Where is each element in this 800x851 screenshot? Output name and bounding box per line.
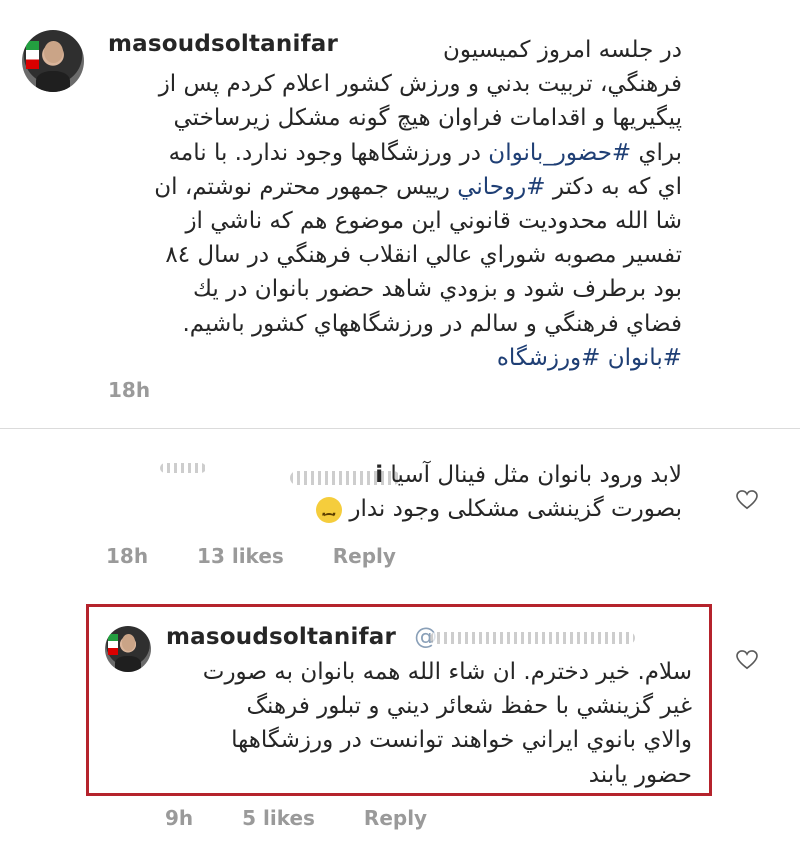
caption-line: در جلسه امروز كميسيون bbox=[443, 37, 682, 63]
caption-line: فضاي فرهنگي و سالم در ورزشگاههاي كشور با… bbox=[182, 310, 682, 337]
comment-reply-button[interactable]: Reply bbox=[333, 544, 396, 568]
comment-meta: 18h 13 likes Reply bbox=[106, 544, 438, 568]
blurred-mention bbox=[430, 632, 635, 644]
caption-line: تفسير مصوبه شوراي عالي انقلاب فرهنگي در … bbox=[165, 242, 682, 269]
caption-line: فرهنگي، تربيت بدني و ورزش كشور اعلام كرد… bbox=[158, 71, 682, 98]
caption-line: شا الله محدوديت قانوني اين موضوع هم كه ن… bbox=[185, 208, 682, 235]
reply-line: غير گزينشي با حفظ شعائر ديني و تبلور فره… bbox=[246, 693, 692, 720]
reply-likes[interactable]: 5 likes bbox=[242, 806, 315, 830]
post-caption: در جلسه امروز كميسيون فرهنگي، تربيت بدني… bbox=[82, 33, 682, 375]
comment-time: 18h bbox=[106, 544, 149, 568]
reply-username[interactable]: masoudsoltanifar @ bbox=[166, 624, 437, 650]
reply-text: سلام. خير دخترم. ان شاء الله همه بانوان … bbox=[132, 655, 692, 792]
caption-text: براي bbox=[631, 139, 683, 166]
flag-icon bbox=[107, 634, 118, 655]
post-avatar[interactable] bbox=[22, 30, 84, 92]
reply-line: سلام. خير دخترم. ان شاء الله همه بانوان … bbox=[202, 659, 692, 685]
caption-hashtags[interactable]: #بانوان #ورزشگاه bbox=[82, 341, 682, 375]
comment-line: بصورت گزينشی مشكلی وجود ندار bbox=[122, 492, 682, 532]
caption-line-hashtag: اي كه به دكتر #روحاني رييس جمهور محترم ن… bbox=[82, 170, 682, 204]
hashtag-link[interactable]: #روحاني bbox=[457, 174, 545, 200]
caption-text: در ورزشگاهها وجود ندارد. با نامه bbox=[168, 139, 489, 166]
heart-icon[interactable] bbox=[736, 650, 758, 670]
divider bbox=[0, 428, 800, 429]
flag-icon bbox=[25, 41, 40, 70]
reply-meta: 9h 5 likes Reply bbox=[165, 806, 469, 830]
hashtag-link[interactable]: #حضور_بانوان bbox=[488, 140, 631, 166]
caption-line-hashtag: براي #حضور_بانوان در ورزشگاهها وجود ندار… bbox=[82, 136, 682, 170]
reply-line: والاي بانوي ايراني خواهند توانست در ورزش… bbox=[231, 727, 692, 754]
heart-icon[interactable] bbox=[736, 490, 758, 510]
post-meta: 18h bbox=[108, 378, 192, 402]
caption-text: رييس جمهور محترم نوشتم، ان bbox=[154, 173, 458, 200]
caption-text: اي كه به دكتر bbox=[545, 173, 682, 200]
reply-reply-button[interactable]: Reply bbox=[364, 806, 427, 830]
comment-likes[interactable]: 13 likes bbox=[197, 544, 284, 568]
comment-line: لابد ورود بانوان مثل فينال آسيا i bbox=[375, 462, 682, 488]
comment-text: لابد ورود بانوان مثل فينال آسيا i بصورت … bbox=[122, 458, 682, 532]
reply-line: حضور يابند bbox=[588, 761, 692, 788]
reply-time: 9h bbox=[165, 806, 194, 830]
post-time: 18h bbox=[108, 378, 151, 402]
sad-face-icon bbox=[316, 496, 343, 532]
caption-line: بود برطرف شود و بزودي شاهد حضور بانوان د… bbox=[193, 276, 682, 303]
caption-line: پيگيريها و اقدامات فراوان هيچ گونه مشكل … bbox=[173, 105, 682, 132]
